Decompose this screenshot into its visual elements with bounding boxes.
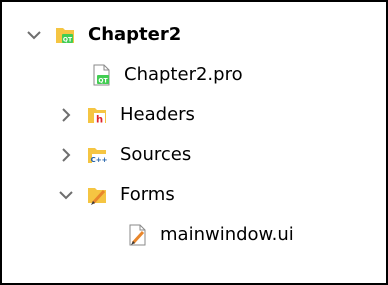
tree-item-label: Chapter2 xyxy=(88,24,182,45)
svg-text:h: h xyxy=(96,115,103,126)
tree-item-sources[interactable]: C++ Sources xyxy=(56,138,191,172)
svg-text:C++: C++ xyxy=(91,156,108,164)
qt-pro-file-icon: QT xyxy=(90,64,112,86)
tree-item-project[interactable]: QT Chapter2 xyxy=(24,18,181,52)
tree-item-label: Headers xyxy=(120,104,195,125)
tree-item-headers[interactable]: h Headers xyxy=(56,98,195,132)
svg-text:QT: QT xyxy=(63,37,73,44)
tree-item-label: Chapter2.pro xyxy=(124,64,243,85)
project-tree-panel: QT Chapter2 QT Chapter2.pro h Headers C+… xyxy=(0,0,388,285)
sources-folder-icon: C++ xyxy=(86,144,108,166)
tree-item-forms[interactable]: Forms xyxy=(56,178,175,212)
chevron-down-icon[interactable] xyxy=(56,185,76,205)
headers-folder-icon: h xyxy=(86,104,108,126)
tree-item-pro-file[interactable]: QT Chapter2.pro xyxy=(90,58,243,92)
forms-folder-icon xyxy=(86,184,108,206)
svg-text:QT: QT xyxy=(98,78,108,85)
tree-item-label: Sources xyxy=(120,144,192,165)
chevron-down-icon[interactable] xyxy=(24,25,44,45)
qt-project-folder-icon: QT xyxy=(54,24,76,46)
chevron-right-icon[interactable] xyxy=(56,105,76,125)
tree-item-label: Forms xyxy=(120,184,175,205)
tree-item-ui-file[interactable]: mainwindow.ui xyxy=(126,218,294,252)
ui-file-icon xyxy=(126,224,148,246)
chevron-right-icon[interactable] xyxy=(56,145,76,165)
tree-item-label: mainwindow.ui xyxy=(160,224,294,245)
